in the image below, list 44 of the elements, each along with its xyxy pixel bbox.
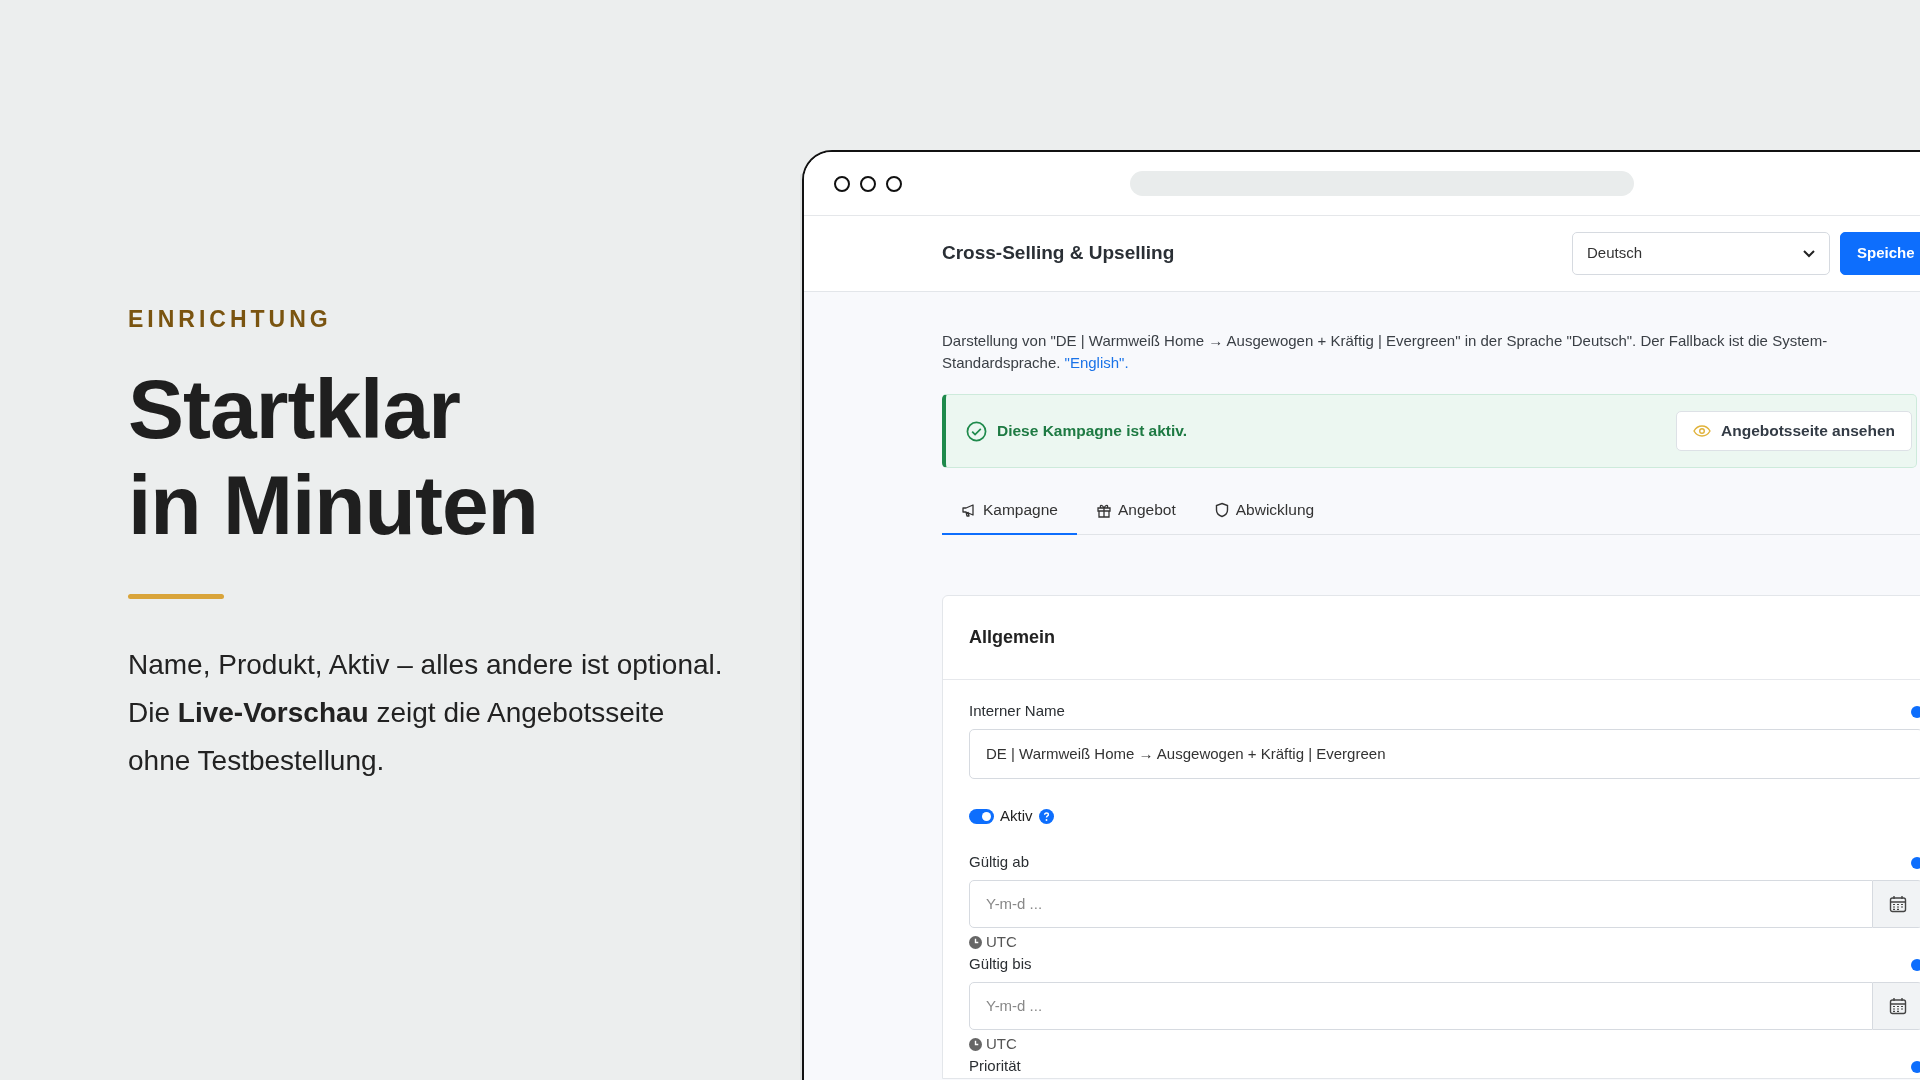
eyebrow-label: EINRICHTUNG bbox=[128, 305, 333, 334]
view-offer-button[interactable]: Angebotsseite ansehen bbox=[1676, 411, 1912, 451]
megaphone-icon bbox=[961, 501, 977, 518]
text-field[interactable]: DE | Warmweiß Home → Ausgewogen + Kräftig | Evergreen bbox=[969, 728, 1920, 779]
language-select[interactable]: Deutsch bbox=[1572, 232, 1830, 275]
check-circle-icon bbox=[966, 420, 987, 442]
field-label: Interner Name bbox=[969, 701, 1065, 722]
heading: Startklar in Minuten bbox=[128, 360, 539, 554]
date-field[interactable]: Y-m-d ... bbox=[969, 879, 1873, 928]
field-label: Gültig bis bbox=[969, 954, 1032, 975]
tab[interactable]: Abwicklung bbox=[1194, 488, 1334, 536]
info-dot-icon bbox=[1911, 958, 1920, 971]
date-field[interactable]: Y-m-d ... bbox=[969, 981, 1873, 1030]
window-dot-icon bbox=[886, 175, 902, 192]
field-label: Priorität bbox=[969, 1056, 1021, 1077]
toggle-switch[interactable] bbox=[969, 808, 994, 824]
save-button[interactable]: Speiche bbox=[1840, 232, 1920, 275]
info-dot-icon bbox=[1911, 856, 1920, 869]
calendar-icon bbox=[1888, 894, 1907, 913]
info-dot-icon bbox=[1911, 705, 1920, 718]
app-title: Cross-Selling & Upselling bbox=[942, 241, 1175, 266]
eye-icon bbox=[1693, 425, 1711, 437]
window-dot-icon bbox=[834, 175, 850, 192]
alert-text: Diese Kampagne ist aktiv. bbox=[997, 421, 1188, 442]
description-text: Name, Produkt, Aktiv – alles andere ist optional. Die Live-Vorschau zeigt die Angebotsseite ohne Testbestellung. bbox=[128, 647, 724, 778]
calendar-button[interactable] bbox=[1873, 981, 1920, 1030]
chevron-down-icon bbox=[1803, 249, 1815, 258]
help-icon[interactable] bbox=[1038, 808, 1054, 824]
tab[interactable]: Kampagne bbox=[942, 488, 1077, 536]
calendar-button[interactable] bbox=[1873, 879, 1920, 928]
shield-icon bbox=[1213, 501, 1230, 518]
description-text: Darstellung von "DE | Warmweiß Home → Ausgewogen + Kräftig | Evergreen" in der Sprache "Deutsch". Der Fallback ist die System-Standardsprache. "English". bbox=[942, 331, 1829, 373]
tab[interactable]: Angebot bbox=[1077, 488, 1195, 536]
window-dot-icon bbox=[860, 175, 876, 192]
clock-icon bbox=[969, 1037, 982, 1051]
switch-label: Aktiv bbox=[1000, 805, 1033, 826]
field-label: Gültig ab bbox=[969, 852, 1030, 873]
clock-icon bbox=[969, 935, 982, 949]
timezone-note: UTC bbox=[986, 1033, 1017, 1054]
info-dot-icon bbox=[1911, 1060, 1920, 1073]
calendar-icon bbox=[1888, 996, 1907, 1015]
english-link[interactable]: "English". bbox=[1064, 354, 1129, 371]
card-title: Allgemein bbox=[943, 596, 1920, 681]
timezone-note: UTC bbox=[986, 931, 1017, 952]
